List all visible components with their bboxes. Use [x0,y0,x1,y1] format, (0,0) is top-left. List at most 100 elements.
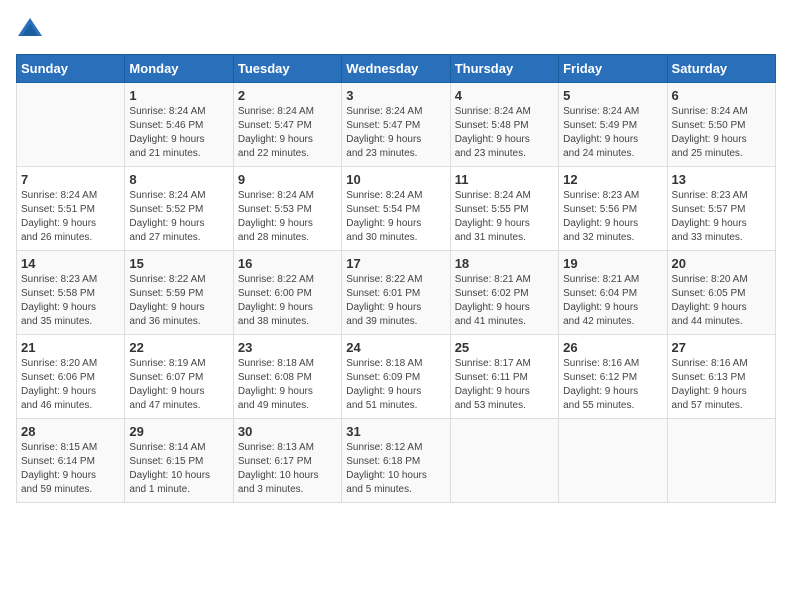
calendar-day-cell: 30 Sunrise: 8:13 AMSunset: 6:17 PMDayligh… [233,419,341,503]
day-number: 3 [346,88,445,103]
day-of-week-header: Tuesday [233,55,341,83]
day-number: 20 [672,256,771,271]
calendar-week-row: 28Sunrise: 8:15 AMSunset: 6:14 PMDayligh… [17,419,776,503]
day-info: Sunrise: 8:18 AMSunset: 6:08 PMDaylight:… [238,357,337,413]
calendar-week-row: 1 Sunrise: 8:24 AMSunset: 5:46 PMDaylight… [17,83,776,167]
day-of-week-header: Friday [559,55,667,83]
calendar-day-cell: 16Sunrise: 8:22 AMSunset: 6:00 PMDayligh… [233,251,341,335]
calendar-day-cell: 25Sunrise: 8:17 AMSunset: 6:11 PMDayligh… [450,335,558,419]
calendar-day-cell: 7Sunrise: 8:24 AMSunset: 5:51 PMDaylight… [17,167,125,251]
calendar-day-cell: 4 Sunrise: 8:24 AMSunset: 5:48 PMDaylight… [450,83,558,167]
calendar-day-cell [17,83,125,167]
day-info: Sunrise: 8:20 AMSunset: 6:06 PMDaylight:… [21,357,120,413]
day-number: 22 [129,340,228,355]
day-header-row: SundayMondayTuesdayWednesdayThursdayFrid… [17,55,776,83]
calendar-week-row: 21 Sunrise: 8:20 AMSunset: 6:06 PMDayligh… [17,335,776,419]
calendar-day-cell: 6 Sunrise: 8:24 AMSunset: 5:50 PMDaylight… [667,83,775,167]
calendar-day-cell: 14 Sunrise: 8:23 AMSunset: 5:58 PMDayligh… [17,251,125,335]
day-number: 30 [238,424,337,439]
day-number: 12 [563,172,662,187]
day-number: 1 [129,88,228,103]
calendar-day-cell: 1 Sunrise: 8:24 AMSunset: 5:46 PMDaylight… [125,83,233,167]
day-info: Sunrise: 8:23 AMSunset: 5:57 PMDaylight:… [672,189,771,245]
day-number: 31 [346,424,445,439]
day-number: 24 [346,340,445,355]
day-info: Sunrise: 8:16 AMSunset: 6:13 PMDaylight:… [672,357,771,413]
day-info: Sunrise: 8:24 AMSunset: 5:50 PMDaylight:… [672,105,771,161]
day-of-week-header: Saturday [667,55,775,83]
day-info: Sunrise: 8:22 AMSunset: 6:00 PMDaylight:… [238,273,337,329]
calendar-day-cell: 26 Sunrise: 8:16 AMSunset: 6:12 PMDayligh… [559,335,667,419]
calendar-day-cell: 17 Sunrise: 8:22 AMSunset: 6:01 PMDayligh… [342,251,450,335]
day-number: 6 [672,88,771,103]
day-info: Sunrise: 8:12 AMSunset: 6:18 PMDaylight:… [346,441,445,497]
calendar-day-cell: 12Sunrise: 8:23 AMSunset: 5:56 PMDayligh… [559,167,667,251]
day-of-week-header: Sunday [17,55,125,83]
calendar-day-cell: 11 Sunrise: 8:24 AMSunset: 5:55 PMDayligh… [450,167,558,251]
calendar-day-cell: 10 Sunrise: 8:24 AMSunset: 5:54 PMDayligh… [342,167,450,251]
calendar-day-cell: 5Sunrise: 8:24 AMSunset: 5:49 PMDaylight… [559,83,667,167]
logo [16,16,48,44]
page-header [16,16,776,44]
day-info: Sunrise: 8:24 AMSunset: 5:46 PMDaylight:… [129,105,228,161]
day-of-week-header: Thursday [450,55,558,83]
calendar-week-row: 14 Sunrise: 8:23 AMSunset: 5:58 PMDayligh… [17,251,776,335]
calendar-day-cell: 18 Sunrise: 8:21 AMSunset: 6:02 PMDayligh… [450,251,558,335]
logo-icon [16,16,44,44]
day-number: 14 [21,256,120,271]
day-number: 27 [672,340,771,355]
calendar-day-cell: 23 Sunrise: 8:18 AMSunset: 6:08 PMDayligh… [233,335,341,419]
day-number: 23 [238,340,337,355]
calendar-table: SundayMondayTuesdayWednesdayThursdayFrid… [16,54,776,503]
day-info: Sunrise: 8:24 AMSunset: 5:48 PMDaylight:… [455,105,554,161]
day-number: 26 [563,340,662,355]
calendar-day-cell: 24 Sunrise: 8:18 AMSunset: 6:09 PMDayligh… [342,335,450,419]
day-info: Sunrise: 8:24 AMSunset: 5:47 PMDaylight:… [346,105,445,161]
day-number: 4 [455,88,554,103]
day-info: Sunrise: 8:24 AMSunset: 5:47 PMDaylight:… [238,105,337,161]
day-info: Sunrise: 8:19 AMSunset: 6:07 PMDaylight:… [129,357,228,413]
calendar-day-cell: 13 Sunrise: 8:23 AMSunset: 5:57 PMDayligh… [667,167,775,251]
day-of-week-header: Monday [125,55,233,83]
day-number: 21 [21,340,120,355]
day-info: Sunrise: 8:18 AMSunset: 6:09 PMDaylight:… [346,357,445,413]
day-info: Sunrise: 8:23 AMSunset: 5:58 PMDaylight:… [21,273,120,329]
calendar-day-cell: 2Sunrise: 8:24 AMSunset: 5:47 PMDaylight… [233,83,341,167]
calendar-day-cell [559,419,667,503]
day-info: Sunrise: 8:20 AMSunset: 6:05 PMDaylight:… [672,273,771,329]
day-number: 11 [455,172,554,187]
day-info: Sunrise: 8:24 AMSunset: 5:53 PMDaylight:… [238,189,337,245]
calendar-day-cell: 20 Sunrise: 8:20 AMSunset: 6:05 PMDayligh… [667,251,775,335]
day-number: 9 [238,172,337,187]
day-info: Sunrise: 8:24 AMSunset: 5:55 PMDaylight:… [455,189,554,245]
day-number: 19 [563,256,662,271]
day-number: 13 [672,172,771,187]
day-number: 18 [455,256,554,271]
day-info: Sunrise: 8:24 AMSunset: 5:49 PMDaylight:… [563,105,662,161]
calendar-day-cell: 3 Sunrise: 8:24 AMSunset: 5:47 PMDaylight… [342,83,450,167]
day-info: Sunrise: 8:13 AMSunset: 6:17 PMDaylight:… [238,441,337,497]
calendar-header: SundayMondayTuesdayWednesdayThursdayFrid… [17,55,776,83]
day-info: Sunrise: 8:22 AMSunset: 6:01 PMDaylight:… [346,273,445,329]
day-number: 25 [455,340,554,355]
calendar-day-cell [450,419,558,503]
day-number: 28 [21,424,120,439]
calendar-day-cell: 22 Sunrise: 8:19 AMSunset: 6:07 PMDayligh… [125,335,233,419]
day-info: Sunrise: 8:21 AMSunset: 6:02 PMDaylight:… [455,273,554,329]
calendar-day-cell: 8Sunrise: 8:24 AMSunset: 5:52 PMDaylight… [125,167,233,251]
calendar-body: 1 Sunrise: 8:24 AMSunset: 5:46 PMDaylight… [17,83,776,503]
day-number: 17 [346,256,445,271]
day-number: 15 [129,256,228,271]
calendar-day-cell: 21 Sunrise: 8:20 AMSunset: 6:06 PMDayligh… [17,335,125,419]
calendar-day-cell: 15Sunrise: 8:22 AMSunset: 5:59 PMDayligh… [125,251,233,335]
day-info: Sunrise: 8:24 AMSunset: 5:54 PMDaylight:… [346,189,445,245]
day-number: 10 [346,172,445,187]
calendar-day-cell: 27 Sunrise: 8:16 AMSunset: 6:13 PMDayligh… [667,335,775,419]
calendar-day-cell [667,419,775,503]
day-number: 29 [129,424,228,439]
calendar-week-row: 7Sunrise: 8:24 AMSunset: 5:51 PMDaylight… [17,167,776,251]
day-info: Sunrise: 8:16 AMSunset: 6:12 PMDaylight:… [563,357,662,413]
calendar-day-cell: 9 Sunrise: 8:24 AMSunset: 5:53 PMDaylight… [233,167,341,251]
calendar-day-cell: 29 Sunrise: 8:14 AMSunset: 6:15 PMDayligh… [125,419,233,503]
day-info: Sunrise: 8:14 AMSunset: 6:15 PMDaylight:… [129,441,228,497]
